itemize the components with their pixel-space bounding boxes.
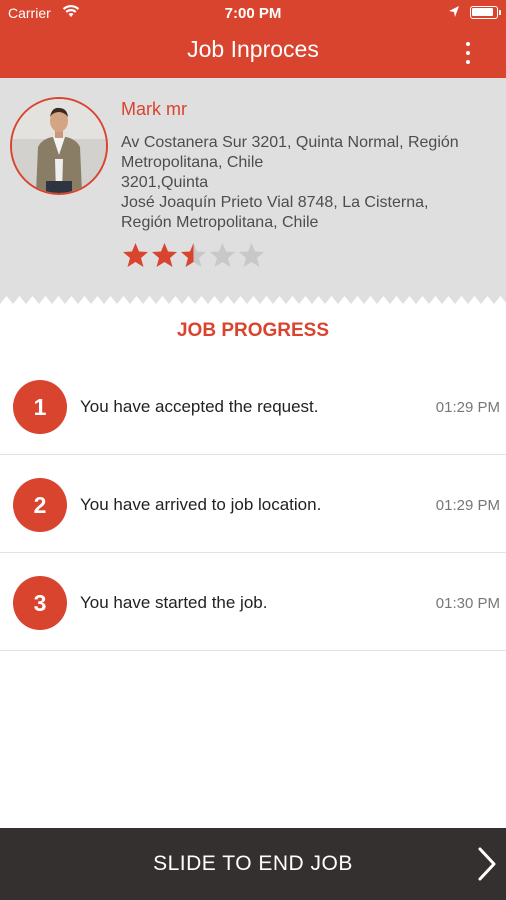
step-number-badge: 1 [13,380,67,434]
star-half-icon [180,242,207,268]
progress-step: 1 You have accepted the request. 01:29 P… [0,357,506,455]
star-filled-icon [151,242,178,268]
step-time: 01:30 PM [435,595,500,612]
step-time: 01:29 PM [435,497,500,514]
location-arrow-icon [448,5,460,22]
step-text: You have accepted the request. [80,397,319,416]
step-text: You have arrived to job location. [80,495,322,514]
chevron-right-icon[interactable] [476,846,498,882]
job-progress-heading: JOB PROGRESS [176,320,330,341]
address-line: José Joaquín Prieto Vial 8748, La Cister… [121,194,429,211]
zigzag-divider [0,296,506,314]
customer-name: Mark mr [121,99,187,119]
address-line: 3201,Quinta [121,174,209,191]
step-number-badge: 2 [13,478,67,532]
customer-profile: Mark mr Av Costanera Sur 3201, Quinta No… [0,78,506,313]
address-line: Av Costanera Sur 3201, Quinta Normal, Re… [121,134,459,151]
step-text: You have started the job. [80,593,268,612]
status-time: 7:00 PM [224,5,282,22]
progress-step: 3 You have started the job. 01:30 PM [0,553,506,651]
job-address: Av Costanera Sur 3201, Quinta Normal, Re… [121,133,491,233]
progress-step: 2 You have arrived to job location. 01:2… [0,455,506,553]
rating-stars [122,242,267,268]
app-header: Carrier 7:00 PM Job Inproces [0,0,506,78]
more-vertical-icon[interactable] [458,40,478,66]
star-empty-icon [209,242,236,268]
status-bar: Carrier 7:00 PM [0,0,506,28]
avatar [10,97,108,195]
address-line: Región Metropolitana, Chile [121,214,319,231]
star-empty-icon [238,242,265,268]
slide-to-end-job[interactable]: SLIDE TO END JOB [0,828,506,900]
star-filled-icon [122,242,149,268]
slide-label: SLIDE TO END JOB [153,852,353,875]
step-number-badge: 3 [13,576,67,630]
step-time: 01:29 PM [435,399,500,416]
address-line: Metropolitana, Chile [121,154,264,171]
battery-icon [470,6,501,19]
page-title: Job Inproces [187,36,319,62]
